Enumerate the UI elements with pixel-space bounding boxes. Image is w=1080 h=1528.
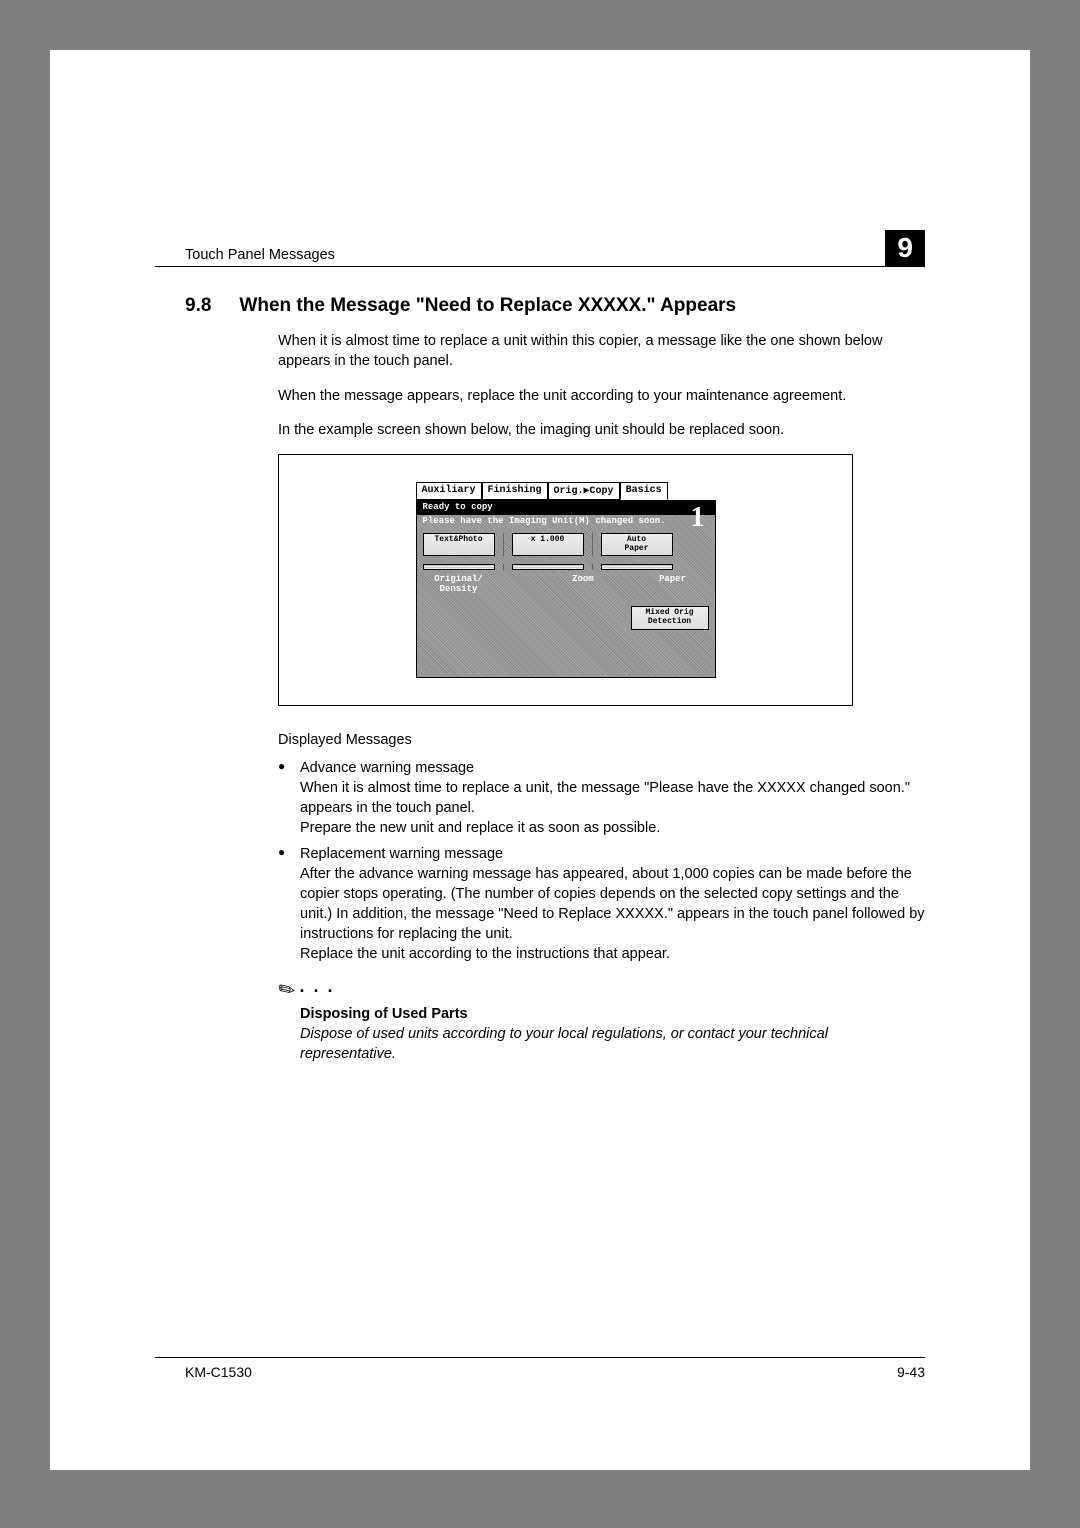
tab-origcopy[interactable]: Orig.▶Copy (548, 482, 620, 500)
bullet-1-body: When it is almost time to replace a unit… (300, 780, 910, 836)
copy-count: 1 (691, 502, 705, 534)
displayed-messages-heading: Displayed Messages (278, 732, 925, 748)
bullet-2-title: Replacement warning message (300, 846, 503, 862)
section-heading: 9.8 When the Message "Need to Replace XX… (155, 295, 925, 317)
text-photo-button[interactable]: Text&Photo (423, 533, 495, 557)
footer-page-number: 9-43 (897, 1364, 925, 1380)
bullet-advance-warning: Advance warning message When it is almos… (278, 758, 925, 838)
footer-model: KM-C1530 (185, 1364, 252, 1380)
divider (503, 533, 504, 557)
bullet-replacement-warning: Replacement warning message After the ad… (278, 844, 925, 964)
tab-finishing[interactable]: Finishing (482, 482, 548, 500)
status-message: Please have the Imaging Unit(M) changed … (417, 515, 715, 529)
auto-paper-button[interactable]: Auto Paper (601, 533, 673, 557)
section-number: 9.8 (185, 295, 211, 317)
divider (592, 533, 593, 557)
bullet-2-body: After the advance warning message has ap… (300, 866, 925, 962)
paragraph-3: In the example screen shown below, the i… (278, 420, 925, 440)
orig-density-label: Original/ Density (423, 574, 495, 594)
divider (592, 564, 593, 570)
tab-basics[interactable]: Basics (620, 482, 668, 500)
ridge-1 (423, 564, 495, 570)
note-body: Dispose of used units according to your … (300, 1024, 925, 1065)
panel-ridge-row (417, 560, 715, 574)
panel-screen: Ready to copy Please have the Imaging Un… (416, 500, 716, 678)
touch-panel-screenshot: Auxiliary Finishing Orig.▶Copy Basics Re… (278, 454, 853, 706)
note-block: ✎ . . . Disposing of Used Parts Dispose … (278, 976, 925, 1065)
panel-inner: Auxiliary Finishing Orig.▶Copy Basics Re… (416, 482, 716, 678)
paragraph-2: When the message appears, replace the un… (278, 386, 925, 406)
page-footer: KM-C1530 9-43 (155, 1357, 925, 1380)
note-icon-row: ✎ . . . (278, 976, 925, 1003)
section-title: When the Message "Need to Replace XXXXX.… (239, 295, 925, 317)
tab-auxiliary[interactable]: Auxiliary (416, 482, 482, 500)
ridge-3 (601, 564, 673, 570)
header-section-title: Touch Panel Messages (155, 247, 335, 263)
paper-label: Paper (637, 574, 709, 594)
ridge-2 (512, 564, 584, 570)
zoom-label: Zoom (547, 574, 619, 594)
note-title: Disposing of Used Parts (300, 1006, 925, 1022)
status-bar: Ready to copy (417, 500, 715, 515)
chapter-number-badge: 9 (885, 230, 925, 266)
panel-label-row: Original/ Density Zoom Paper (417, 574, 715, 598)
bullet-1-title: Advance warning message (300, 760, 474, 776)
manual-page: Touch Panel Messages 9 9.8 When the Mess… (50, 50, 1030, 1470)
panel-tabs: Auxiliary Finishing Orig.▶Copy Basics (416, 482, 716, 500)
panel-button-row: Text&Photo x 1.000 Auto Paper (417, 529, 715, 561)
mixed-orig-button[interactable]: Mixed Orig Detection (631, 606, 709, 630)
note-dots: . . . (299, 976, 334, 1003)
divider (503, 564, 504, 570)
pencil-note-icon: ✎ (273, 975, 301, 1004)
panel-mixed-row: Mixed Orig Detection (417, 598, 715, 634)
message-list: Advance warning message When it is almos… (278, 758, 925, 964)
page-header: Touch Panel Messages 9 (155, 230, 925, 267)
zoom-value-button[interactable]: x 1.000 (512, 533, 584, 557)
paragraph-1: When it is almost time to replace a unit… (278, 331, 925, 372)
